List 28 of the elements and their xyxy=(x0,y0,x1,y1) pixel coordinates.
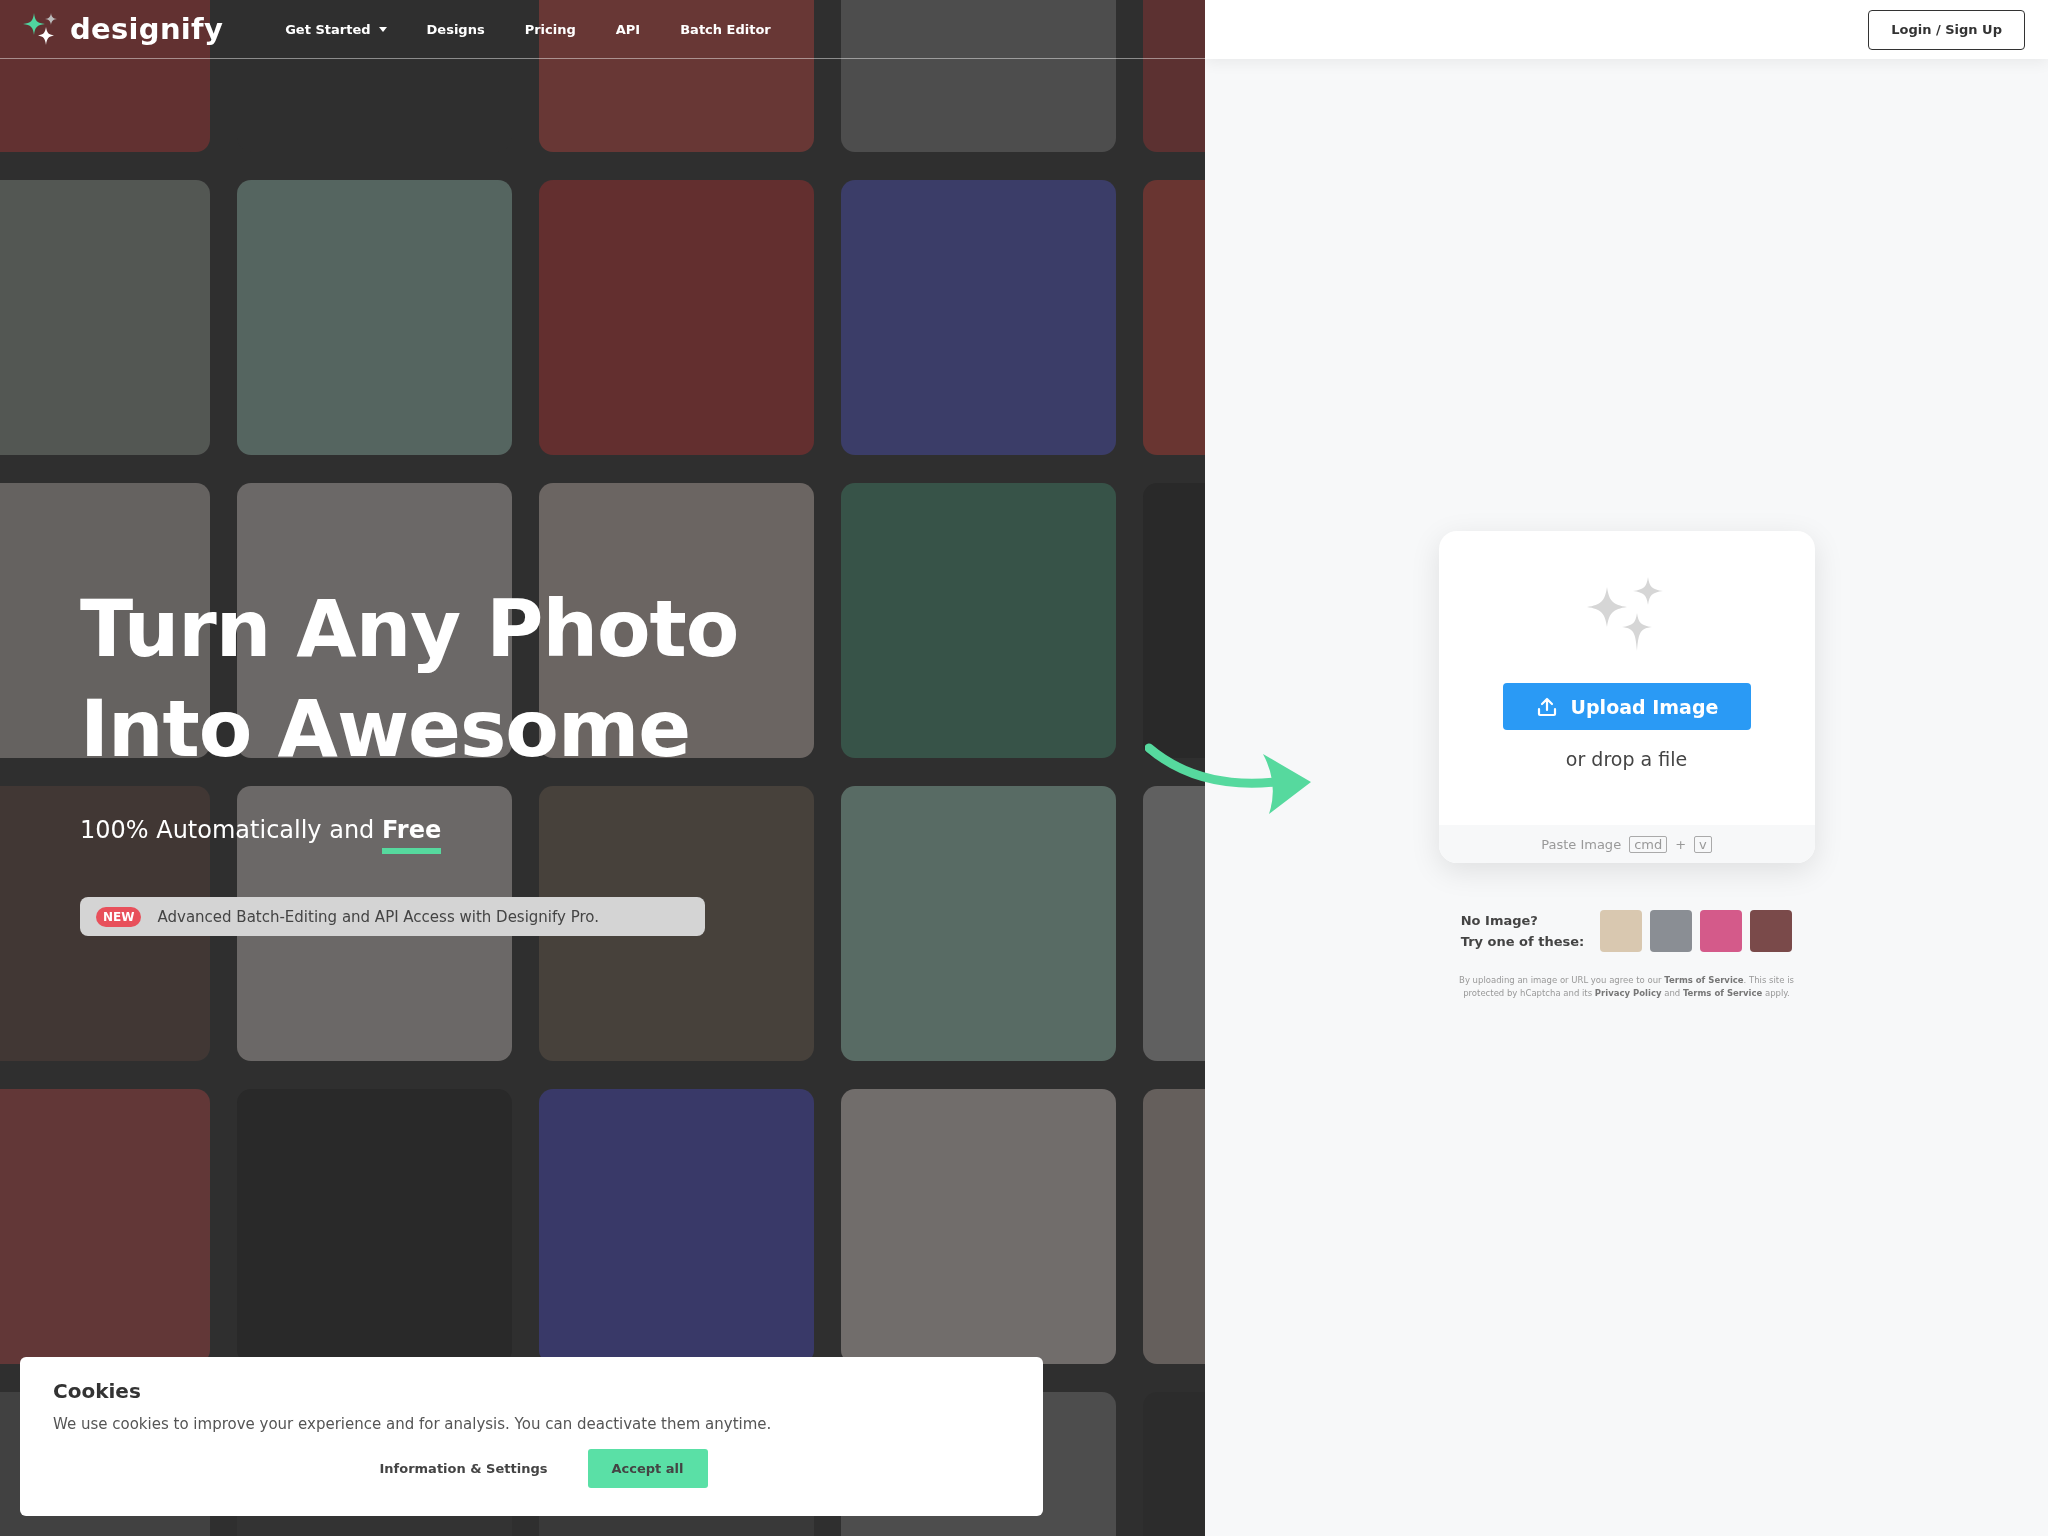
promo-banner[interactable]: NEW Advanced Batch-Editing and API Access with Designify Pro. xyxy=(80,897,705,936)
nav-link[interactable]: Get Started xyxy=(285,21,387,37)
sample-photo-thumbnail[interactable] xyxy=(1650,910,1693,952)
cookie-button[interactable]: Information & Settings xyxy=(355,1449,572,1488)
sample-photo-thumbnail[interactable] xyxy=(1700,910,1743,952)
logo-wordmark[interactable]: designify xyxy=(70,12,224,46)
login-button[interactable]: Login / Sign Up xyxy=(1868,9,2025,50)
nav-link[interactable]: Pricing xyxy=(524,21,576,37)
promo-text: Advanced Batch-Editing and API Access with Designify Pro. xyxy=(157,907,599,926)
cookie-button[interactable]: Accept all xyxy=(587,1449,708,1488)
paste-label: Paste Image xyxy=(1541,836,1622,852)
sample-photo-thumbnail[interactable] xyxy=(1600,910,1643,952)
cookie-text: We use cookies to improve your experience and for analysis. You can deactivate them anytime. xyxy=(53,1415,773,1433)
legal-notice: By uploading an image or URL you agree to our Terms of Service. This site is protected by hCaptcha and its Privacy Policy and Terms of Service apply. xyxy=(1458,974,1795,1000)
keyboard-key: cmd xyxy=(1629,835,1668,853)
drop-file-text: or drop a file xyxy=(1565,748,1688,770)
keyboard-key: v xyxy=(1694,835,1712,853)
nav-link[interactable]: Designs xyxy=(426,21,485,37)
sample-prompt: No Image? Try one of these: xyxy=(1460,912,1585,951)
cookie-title: Cookies xyxy=(53,1379,142,1403)
caret-icon xyxy=(378,26,387,32)
new-badge: NEW xyxy=(96,906,142,927)
nav-link[interactable]: Batch Editor xyxy=(680,21,771,37)
hero-title: Turn Any Photo Into Awesome xyxy=(80,583,740,776)
plus-sign: + xyxy=(1675,836,1687,852)
nav-link[interactable]: API xyxy=(615,21,641,37)
hero-subtitle: 100% Automatically and Free xyxy=(80,815,442,857)
sample-photo-thumbnail[interactable] xyxy=(1750,910,1793,952)
